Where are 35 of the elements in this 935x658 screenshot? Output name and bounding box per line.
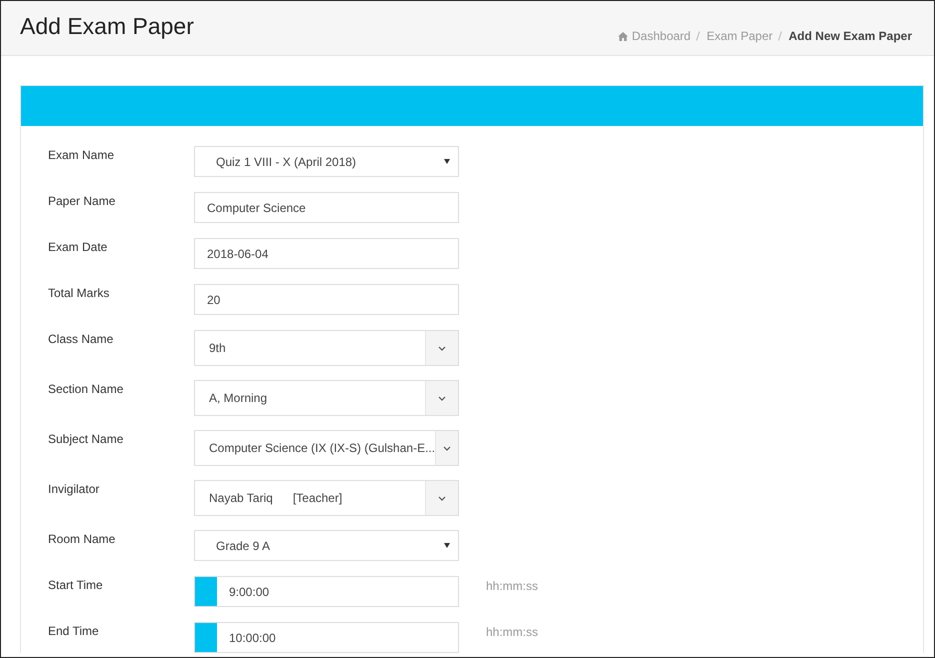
chevron-down-icon: [438, 396, 446, 400]
chevron-down-icon: [438, 496, 446, 500]
time-field[interactable]: 10:00:00: [194, 622, 459, 653]
field-label: Room Name: [48, 532, 116, 546]
time-field[interactable]: 9:00:00: [194, 576, 459, 607]
field-label: Start Time: [48, 578, 104, 592]
field-label: Subject Name: [48, 432, 124, 446]
select-field[interactable]: A, Morning: [194, 380, 459, 416]
field-label: Paper Name: [48, 194, 116, 208]
field-label: Section Name: [48, 382, 124, 396]
home-icon: [618, 32, 628, 40]
input-field[interactable]: 20: [194, 284, 459, 315]
field-label: Total Marks: [48, 286, 110, 300]
select-field[interactable]: Quiz 1 VIII - X (April 2018): [194, 146, 459, 177]
separator-icon: [696, 31, 700, 41]
select-field[interactable]: Grade 9 A: [194, 530, 459, 561]
page-title: Add Exam Paper: [20, 13, 194, 40]
field-label: Exam Date: [48, 240, 108, 254]
caret-down-icon: [444, 159, 450, 164]
format-hint: hh:mm:ss: [486, 579, 538, 593]
chevron-down-icon: [438, 346, 446, 350]
select-field[interactable]: 9th: [194, 330, 459, 366]
input-field[interactable]: 2018-06-04: [194, 238, 459, 269]
field-label: Exam Name: [48, 148, 116, 162]
input-field[interactable]: Computer Science: [194, 192, 459, 223]
field-label: Invigilator: [48, 482, 100, 496]
select-field[interactable]: Computer Science (IX (IX-S) (Gulshan-E...: [194, 430, 459, 466]
format-hint: hh:mm:ss: [486, 625, 538, 639]
field-label: Class Name: [48, 332, 114, 346]
field-label: End Time: [48, 624, 100, 638]
separator-icon: [778, 31, 782, 41]
chevron-down-icon: [443, 446, 452, 450]
select-field[interactable]: Nayab Tariq [Teacher]: [194, 480, 459, 516]
breadcrumb-current: Add New Exam Paper: [788, 29, 912, 43]
caret-down-icon: [444, 543, 450, 548]
